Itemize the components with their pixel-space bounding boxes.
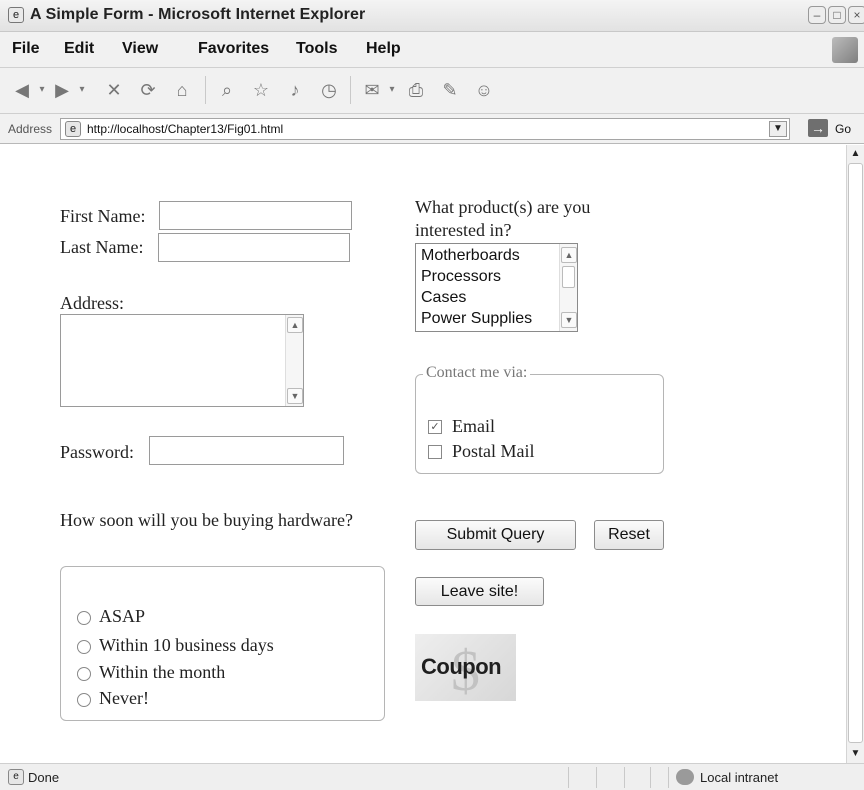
leave-site-button[interactable]: Leave site!: [415, 577, 544, 606]
coupon-image[interactable]: $ Coupon: [415, 634, 516, 703]
last-name-field[interactable]: [158, 233, 350, 262]
search-icon[interactable]: ⌕: [215, 78, 239, 102]
toolbar-separator: [205, 76, 206, 104]
address-dropdown-icon[interactable]: ▼: [769, 121, 787, 137]
forward-dropdown-icon[interactable]: ▾: [70, 78, 94, 102]
menu-help[interactable]: Help: [366, 40, 401, 58]
media-icon[interactable]: ♪: [283, 78, 307, 102]
menu-file[interactable]: File: [12, 40, 40, 58]
first-name-field[interactable]: [159, 201, 352, 230]
menu-tools[interactable]: Tools: [296, 40, 337, 58]
address-field-label: Address:: [60, 293, 124, 313]
status-divider: [624, 767, 625, 788]
radio-10-days[interactable]: [77, 640, 91, 654]
menu-edit[interactable]: Edit: [64, 40, 94, 58]
go-arrow-icon[interactable]: →: [808, 119, 828, 137]
radio-asap-label: ASAP: [99, 606, 146, 626]
address-scroll-down-icon[interactable]: ▼: [287, 388, 303, 404]
minimize-icon[interactable]: –: [808, 6, 826, 24]
scroll-up-icon[interactable]: ▲: [847, 145, 864, 162]
submit-button[interactable]: Submit Query: [415, 520, 576, 550]
product-scroll-thumb[interactable]: [562, 266, 575, 288]
history-icon[interactable]: ◷: [317, 78, 341, 102]
radio-asap[interactable]: [77, 611, 91, 625]
radio-10-days-label: Within 10 business days: [99, 635, 274, 655]
email-checkbox-label: Email: [452, 416, 495, 436]
password-field[interactable]: [149, 436, 344, 465]
favorites-icon[interactable]: ☆: [249, 78, 273, 102]
product-option[interactable]: Cases: [421, 289, 466, 307]
product-option[interactable]: Power Supplies: [421, 310, 532, 328]
maximize-icon[interactable]: □: [828, 6, 846, 24]
scroll-down-icon[interactable]: ▼: [847, 745, 864, 762]
product-option[interactable]: Motherboards: [421, 247, 520, 265]
page-icon: e: [65, 121, 81, 137]
contact-legend: Contact me via:: [423, 364, 531, 382]
close-icon[interactable]: ×: [848, 6, 864, 24]
address-bar: Address e http://localhost/Chapter13/Fig…: [0, 114, 864, 144]
reset-button[interactable]: Reset: [594, 520, 664, 550]
mail-dropdown-icon[interactable]: ▾: [380, 78, 404, 102]
page-done-icon: e: [8, 769, 24, 785]
product-listbox[interactable]: Motherboards Processors Cases Power Supp…: [415, 243, 578, 332]
hardware-question: How soon will you be buying hardware?: [60, 510, 353, 530]
zone-text: Local intranet: [700, 770, 779, 785]
status-divider: [568, 767, 569, 788]
window-title: A Simple Form - Microsoft Internet Explo…: [30, 6, 366, 23]
status-divider: [596, 767, 597, 788]
radio-never[interactable]: [77, 693, 91, 707]
toolbar-separator: [350, 76, 351, 104]
address-scroll-up-icon[interactable]: ▲: [287, 317, 303, 333]
postal-mail-checkbox-label: Postal Mail: [452, 441, 535, 461]
address-label: Address: [8, 122, 53, 136]
address-scrollbar[interactable]: ▲ ▼: [285, 315, 303, 406]
scroll-thumb[interactable]: [848, 163, 863, 743]
last-name-label: Last Name:: [60, 237, 144, 257]
menu-view[interactable]: View: [122, 40, 158, 58]
intranet-zone-icon: [676, 769, 694, 785]
radio-month[interactable]: [77, 667, 91, 681]
postal-mail-checkbox[interactable]: [428, 445, 442, 459]
page-scrollbar[interactable]: ▲ ▼: [846, 145, 864, 763]
go-button[interactable]: Go: [835, 122, 851, 136]
stop-icon[interactable]: ✕: [102, 78, 126, 102]
product-question: What product(s) are you interested in?: [415, 197, 591, 240]
status-divider: [650, 767, 651, 788]
title-bar: e A Simple Form - Microsoft Internet Exp…: [0, 0, 864, 32]
print-icon[interactable]: ⎙: [404, 78, 428, 102]
menu-bar: File Edit View Favorites Tools Help: [0, 32, 864, 68]
coupon-label: Coupon: [421, 654, 502, 679]
email-checkbox[interactable]: ✓: [428, 420, 442, 434]
status-bar: e Done Local intranet: [0, 763, 864, 790]
first-name-label: First Name:: [60, 206, 146, 226]
ie-page-icon: e: [8, 7, 24, 23]
messenger-icon[interactable]: ☺: [472, 78, 496, 102]
edit-icon[interactable]: ✎: [438, 78, 462, 102]
address-textarea[interactable]: ▲ ▼: [60, 314, 304, 407]
product-option[interactable]: Processors: [421, 268, 501, 286]
toolbar: ◀ ▾ ▶ ▾ ✕ ⟳ ⌂ ⌕ ☆ ♪ ◷ ✉ ▾ ⎙ ✎ ☺: [0, 68, 864, 114]
product-scroll-up-icon[interactable]: ▲: [561, 247, 577, 263]
product-scroll-down-icon[interactable]: ▼: [561, 312, 577, 328]
radio-never-label: Never!: [99, 688, 149, 708]
windows-logo-icon: [832, 37, 858, 63]
status-text: Done: [28, 770, 60, 785]
address-url: http://localhost/Chapter13/Fig01.html: [87, 122, 284, 136]
password-label: Password:: [60, 442, 135, 462]
radio-month-label: Within the month: [99, 662, 226, 682]
home-icon[interactable]: ⌂: [170, 78, 194, 102]
product-scrollbar[interactable]: ▲ ▼: [559, 244, 577, 331]
menu-favorites[interactable]: Favorites: [198, 40, 269, 58]
address-input[interactable]: e http://localhost/Chapter13/Fig01.html …: [60, 118, 790, 140]
status-divider: [668, 767, 669, 788]
refresh-icon[interactable]: ⟳: [136, 78, 160, 102]
